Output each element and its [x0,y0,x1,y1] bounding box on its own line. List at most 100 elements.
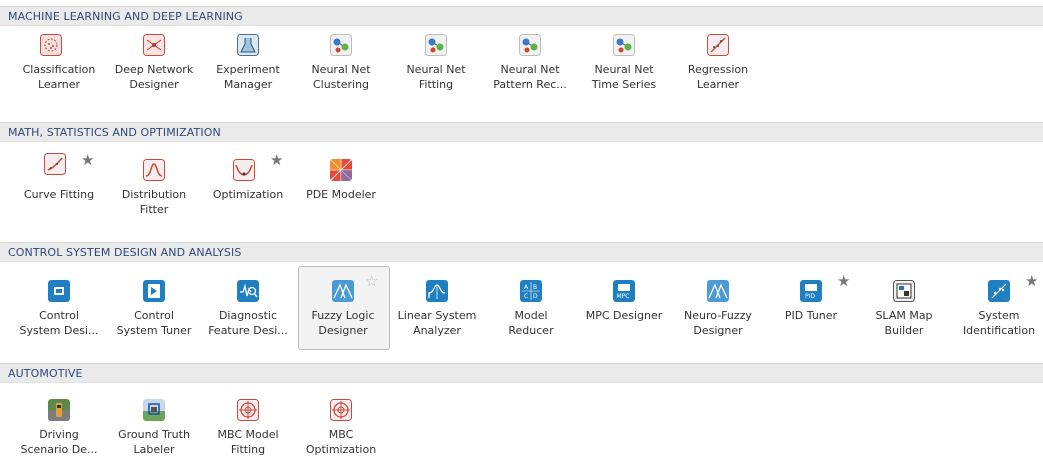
slam-map-builder-icon [893,280,915,302]
app-label-line1: Ground Truth [118,428,190,441]
section-title: MACHINE LEARNING AND DEEP LEARNING [8,10,243,23]
section-title: CONTROL SYSTEM DESIGN AND ANALYSIS [8,246,242,259]
app-distribution-fitter[interactable]: Distribution Fitter [110,153,198,233]
app-label-line2: System Desi... [19,324,99,337]
app-curve-fitting[interactable]: ★ Curve Fitting [15,153,103,233]
app-neural-net-clustering[interactable]: Neural Net Clustering [297,34,385,114]
svg-text:MPC: MPC [617,293,630,300]
favorite-star-icon[interactable]: ★ [1025,274,1038,289]
app-ground-truth-labeler[interactable]: Ground Truth Labeler [110,393,198,468]
app-experiment-manager[interactable]: Experiment Manager [204,34,292,114]
app-label-line2: Reducer [508,324,554,337]
section-header-automotive: AUTOMOTIVE [0,363,1043,383]
app-label-line2: Builder [884,324,924,337]
app-label-line2: Designer [129,78,179,91]
app-neural-net-pattern-rec[interactable]: Neural Net Pattern Rec... [486,34,574,114]
app-label-line2: Learner [37,78,81,91]
section-title: AUTOMOTIVE [8,367,83,380]
app-label-line1: SLAM Map [875,309,933,322]
app-neuro-fuzzy-designer[interactable]: Neuro-Fuzzy Designer [674,274,762,354]
app-system-identification[interactable]: ★ System Identification [955,274,1043,354]
app-label-line2: Fitter [139,203,169,216]
app-label-line2: Manager [223,78,273,91]
model-reducer-icon: ABCD [520,280,542,302]
app-driving-scenario-designer[interactable]: Driving Scenario De... [15,393,103,468]
favorite-star-icon[interactable]: ★ [270,153,283,168]
section-header-machine-learning: MACHINE LEARNING AND DEEP LEARNING [0,6,1043,26]
app-classification-learner[interactable]: Classification Learner [15,34,103,114]
app-label-line1: Diagnostic [218,309,278,322]
favorite-star-icon[interactable]: ★ [837,274,850,289]
app-pde-modeler[interactable]: PDE Modeler [297,153,385,233]
experiment-manager-icon [237,34,259,56]
app-label-line1: MBC Model [217,428,279,441]
app-label-line2: Fitting [418,78,454,91]
mbc-icon [237,399,259,421]
app-neural-net-fitting[interactable]: Neural Net Fitting [392,34,480,114]
mbc-icon [330,399,352,421]
svg-text:D: D [533,293,538,300]
app-label-line1: MBC [328,428,354,441]
ground-truth-labeler-icon [143,399,165,421]
app-linear-system-analyzer[interactable]: Linear System Analyzer [393,274,481,354]
deep-network-designer-icon [143,34,165,56]
app-label-line1: Neural Net [594,63,654,76]
app-control-system-tuner[interactable]: Control System Tuner [110,274,198,354]
app-label-line1: Neural Net [500,63,560,76]
curve-fitting-icon [44,153,66,175]
classification-learner-icon [40,34,62,56]
app-label-line2: Learner [696,78,740,91]
linear-system-analyzer-icon [426,280,448,302]
app-diagnostic-feature-designer[interactable]: Diagnostic Feature Desi... [204,274,292,354]
pde-modeler-icon [330,159,352,181]
app-label-line1: Linear System [397,309,477,322]
neural-net-icon [613,34,635,56]
diagnostic-feature-designer-icon [237,280,259,302]
app-model-reducer[interactable]: ABCD Model Reducer [487,274,575,354]
app-neural-net-time-series[interactable]: Neural Net Time Series [580,34,668,114]
app-mpc-designer[interactable]: MPC MPC Designer [580,274,668,354]
system-identification-icon [988,280,1010,302]
app-fuzzy-logic-designer[interactable]: ☆ Fuzzy Logic Designer [299,274,387,354]
app-regression-learner[interactable]: Regression Learner [674,34,762,114]
app-slam-map-builder[interactable]: SLAM Map Builder [860,274,948,354]
app-label-line1: Fuzzy Logic [311,309,375,322]
svg-text:B: B [533,284,537,291]
app-label-line2: Scenario De... [20,443,98,456]
app-label-line1: Experiment [216,63,280,76]
app-label-line1: Deep Network [114,63,194,76]
app-label-line2: Labeler [133,443,175,456]
app-label-line1: Driving [39,428,79,441]
app-label-line1: Neuro-Fuzzy [684,309,752,322]
section-header-control-system: CONTROL SYSTEM DESIGN AND ANALYSIS [0,242,1043,262]
distribution-fitter-icon [143,159,165,181]
app-optimization[interactable]: ★ Optimization [204,153,292,233]
svg-text:PID: PID [805,293,815,300]
app-label-line2: System Tuner [116,324,192,337]
app-label-line1: Model [514,309,548,322]
app-label-line1: Neural Net [406,63,466,76]
app-label-line2: Feature Desi... [208,324,288,337]
app-deep-network-designer[interactable]: Deep Network Designer [110,34,198,114]
control-system-designer-icon [48,280,70,302]
favorite-star-outline-icon[interactable]: ☆ [365,274,378,289]
favorite-star-icon[interactable]: ★ [81,153,94,168]
app-pid-tuner[interactable]: PID ★ PID Tuner [767,274,855,354]
app-mbc-model-fitting[interactable]: MBC Model Fitting [204,393,292,468]
app-label-line1: Control [134,309,174,322]
app-label-line1: PID Tuner [784,309,838,322]
app-label-line1: Optimization [212,188,284,201]
app-label-line2: Fitting [230,443,266,456]
app-label-line2: Designer [693,324,743,337]
app-mbc-optimization[interactable]: MBC Optimization [297,393,385,468]
app-label-line2: Identification [962,324,1036,337]
app-label-line1: Regression [687,63,749,76]
app-label-line2: Optimization [305,443,377,456]
app-label-line2: Analyzer [413,324,461,337]
app-label-line2: Pattern Rec... [493,78,567,91]
app-label-line1: Curve Fitting [23,188,95,201]
neural-net-icon [330,34,352,56]
app-label-line1: Control [39,309,79,322]
app-control-system-designer[interactable]: Control System Desi... [15,274,103,354]
fuzzy-logic-designer-icon [332,280,354,302]
